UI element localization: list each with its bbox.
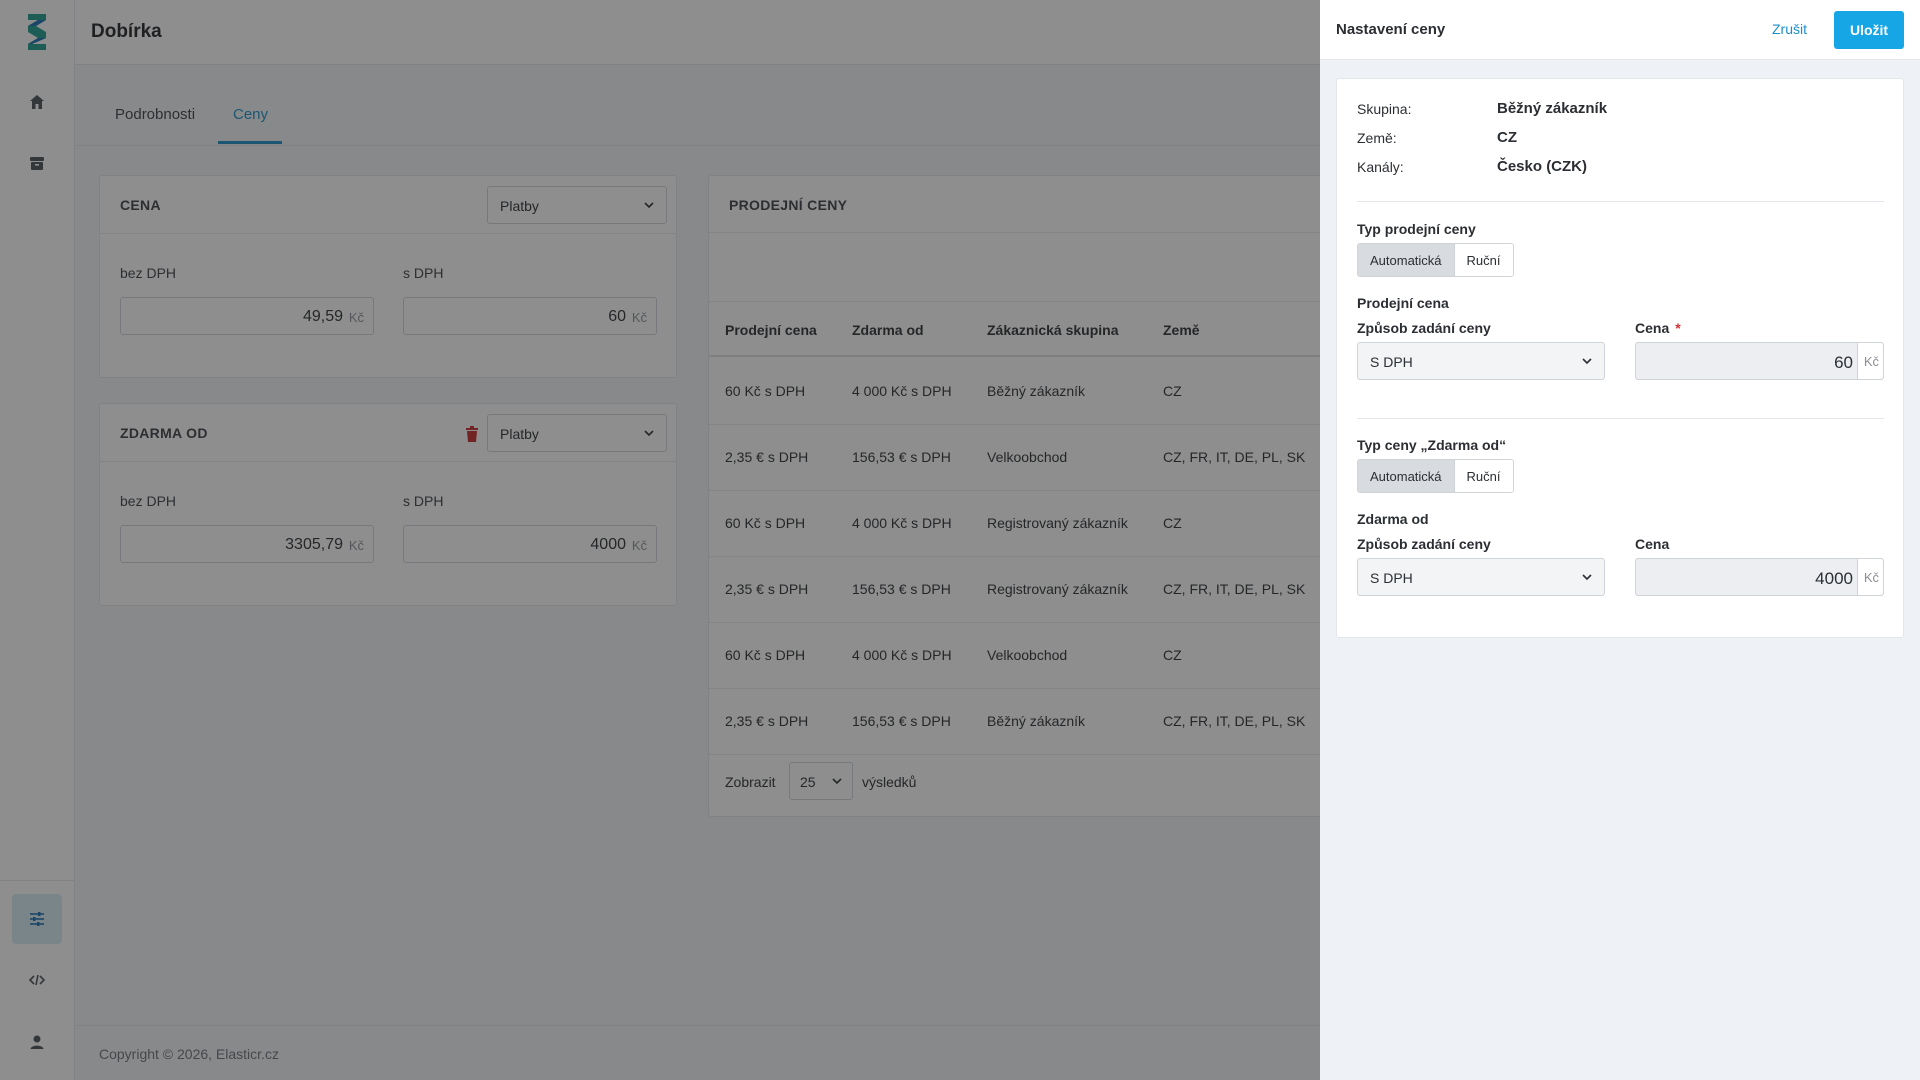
free-type-manual-option[interactable]: Ruční — [1454, 460, 1513, 492]
sale-price-section-label: Prodejní cena — [1357, 295, 1449, 311]
currency-unit: Kč — [1863, 570, 1879, 585]
free-type-label: Typ ceny „Zdarma od“ — [1357, 437, 1507, 453]
cancel-button[interactable]: Zrušit — [1772, 21, 1807, 37]
drawer-card: Skupina: Běžný zákazník Země: CZ Kanály:… — [1336, 78, 1904, 638]
sale-price-input[interactable]: 60 Kč — [1635, 342, 1884, 380]
divider — [1357, 201, 1884, 202]
free-type-toggle: Automatická Ruční — [1357, 459, 1514, 493]
info-value-group: Běžný zákazník — [1497, 100, 1608, 117]
sale-price-label: Cena * — [1635, 320, 1681, 336]
currency-unit: Kč — [1863, 354, 1879, 369]
drawer-header: Nastavení ceny Zrušit Uložit — [1320, 0, 1920, 60]
sale-type-manual-option[interactable]: Ruční — [1454, 244, 1513, 276]
required-mark: * — [1675, 320, 1681, 336]
sale-type-automatic-option[interactable]: Automatická — [1358, 244, 1455, 276]
chevron-down-icon — [1582, 358, 1592, 365]
price-settings-drawer: Nastavení ceny Zrušit Uložit Skupina: Bě… — [1320, 0, 1920, 1080]
info-key-country: Země: — [1357, 130, 1397, 146]
sale-price-type-label: Typ prodejní ceny — [1357, 221, 1476, 237]
drawer-title: Nastavení ceny — [1336, 21, 1446, 38]
free-entry-method-value: S DPH — [1370, 570, 1413, 586]
free-entry-method-select[interactable]: S DPH — [1357, 558, 1605, 596]
info-value-channels: Česko (CZK) — [1497, 158, 1588, 175]
divider — [1357, 418, 1884, 419]
free-type-automatic-option[interactable]: Automatická — [1358, 460, 1455, 492]
sale-entry-method-select[interactable]: S DPH — [1357, 342, 1605, 380]
sale-price-type-toggle: Automatická Ruční — [1357, 243, 1514, 277]
info-value-country: CZ — [1497, 129, 1517, 146]
currency-unit-box: Kč — [1857, 559, 1883, 595]
free-section-label: Zdarma od — [1357, 511, 1429, 527]
free-price-label: Cena — [1635, 536, 1670, 552]
free-price-input[interactable]: 4000 Kč — [1635, 558, 1884, 596]
save-button[interactable]: Uložit — [1834, 11, 1904, 49]
info-key-channels: Kanály: — [1357, 159, 1404, 175]
free-price-value: 4000 — [1815, 569, 1853, 588]
sale-entry-method-value: S DPH — [1370, 354, 1413, 370]
modal-backdrop[interactable] — [0, 0, 1320, 1080]
currency-unit-box: Kč — [1857, 343, 1883, 379]
sale-price-value: 60 — [1834, 353, 1853, 372]
free-entry-method-label: Způsob zadání ceny — [1357, 536, 1491, 552]
chevron-down-icon — [1582, 574, 1592, 581]
sale-entry-method-label: Způsob zadání ceny — [1357, 320, 1491, 336]
sale-price-label-text: Cena — [1635, 320, 1670, 336]
info-key-group: Skupina: — [1357, 101, 1412, 117]
